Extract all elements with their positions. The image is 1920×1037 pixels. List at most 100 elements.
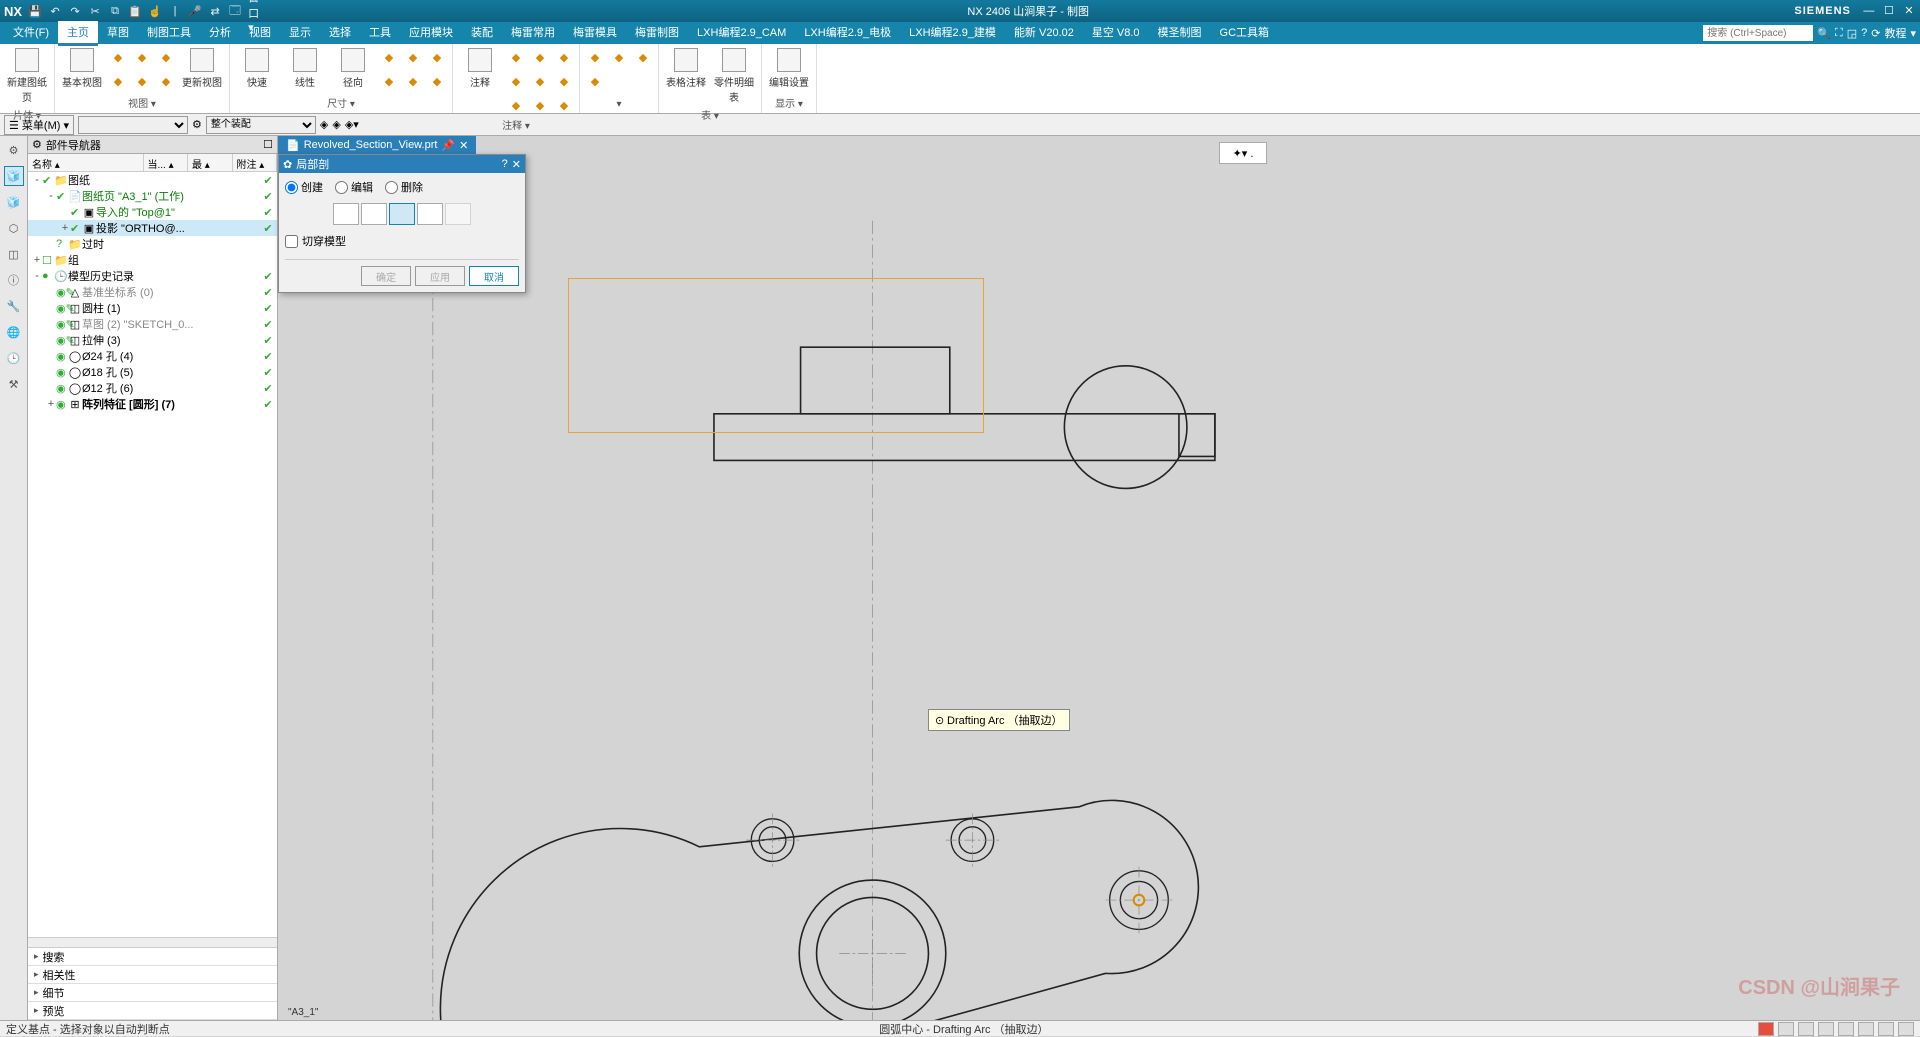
- help-icon[interactable]: ?: [502, 158, 508, 170]
- ribbon-small-button[interactable]: ◆: [529, 46, 551, 68]
- step-button-5[interactable]: [445, 203, 471, 225]
- save-icon[interactable]: 💾: [28, 4, 42, 18]
- column-header[interactable]: 名称 ▴: [28, 154, 144, 171]
- ribbon-small-button[interactable]: ◆: [553, 70, 575, 92]
- step-button-2[interactable]: [361, 203, 387, 225]
- menu-tab[interactable]: 装配: [462, 21, 502, 46]
- view-orientation-control[interactable]: ✦▾ .: [1219, 142, 1267, 164]
- tree-row[interactable]: ◉✎◫圆柱 (1)✔: [28, 300, 277, 316]
- menu-tab[interactable]: LXH编程2.9_建模: [900, 21, 1005, 46]
- menu-tab[interactable]: LXH编程2.9_CAM: [688, 21, 795, 46]
- ribbon-button[interactable]: 表格注释: [663, 46, 709, 91]
- ribbon-small-button[interactable]: ◆: [584, 46, 606, 68]
- menu-tab[interactable]: 草图: [98, 21, 138, 46]
- menu-tab[interactable]: 应用模块: [400, 21, 462, 46]
- dropdown-icon[interactable]: ▾: [1910, 27, 1916, 40]
- paste-icon[interactable]: 📋: [128, 4, 142, 18]
- tree-row[interactable]: +✔▣投影 "ORTHO@...✔: [28, 220, 277, 236]
- history-icon[interactable]: 🕒: [4, 348, 24, 368]
- ribbon-small-button[interactable]: ◆: [131, 46, 153, 68]
- search-icon[interactable]: 🔍: [1817, 27, 1831, 40]
- menu-tab[interactable]: 主页: [58, 21, 98, 46]
- column-header[interactable]: 附注 ▴: [233, 154, 278, 171]
- ribbon-button[interactable]: 零件明细表: [711, 46, 757, 106]
- ribbon-button[interactable]: 基本视图: [59, 46, 105, 91]
- tree-row[interactable]: ◉◯Ø24 孔 (4)✔: [28, 348, 277, 364]
- ribbon-button[interactable]: 线性: [282, 46, 328, 91]
- ribbon-small-button[interactable]: ◆: [155, 70, 177, 92]
- assembly-navigator-icon[interactable]: 🧊: [4, 192, 24, 212]
- scrollbar-horizontal[interactable]: [28, 937, 277, 947]
- ribbon-small-button[interactable]: ◆: [107, 70, 129, 92]
- tab-close-icon[interactable]: ✕: [459, 139, 468, 152]
- ribbon-small-button[interactable]: ◆: [505, 94, 527, 116]
- navigator-section[interactable]: 细节: [28, 984, 277, 1002]
- tool-dropdown-icon[interactable]: ◈▾: [345, 118, 359, 131]
- tool-icon[interactable]: ◈: [320, 118, 328, 131]
- status-icon[interactable]: [1778, 1022, 1794, 1036]
- ribbon-small-button[interactable]: ◆: [107, 46, 129, 68]
- status-icon[interactable]: [1818, 1022, 1834, 1036]
- ribbon-button[interactable]: 新建图纸页: [4, 46, 50, 106]
- info-icon[interactable]: ⓘ: [4, 270, 24, 290]
- close-icon[interactable]: ✕: [1902, 4, 1916, 18]
- settings-icon[interactable]: ⚙: [4, 140, 24, 160]
- step-button-3[interactable]: [389, 203, 415, 225]
- status-icon[interactable]: [1838, 1022, 1854, 1036]
- cut-icon[interactable]: ✂: [88, 4, 102, 18]
- tree-row[interactable]: ◉✎◫拉伸 (3)✔: [28, 332, 277, 348]
- ribbon-small-button[interactable]: ◆: [584, 70, 606, 92]
- status-icon[interactable]: [1858, 1022, 1874, 1036]
- navigator-section[interactable]: 搜索: [28, 948, 277, 966]
- ribbon-button[interactable]: 编辑设置: [766, 46, 812, 91]
- step-button-1[interactable]: [333, 203, 359, 225]
- file-tab[interactable]: 📄 Revolved_Section_View.prt 📌 ✕: [278, 136, 476, 154]
- ribbon-small-button[interactable]: ◆: [553, 94, 575, 116]
- tree-row[interactable]: -✔📄图纸页 "A3_1" (工作)✔: [28, 188, 277, 204]
- tree-row[interactable]: ◉✎△基准坐标系 (0)✔: [28, 284, 277, 300]
- tree-row[interactable]: ◉✎◫草图 (2) "SKETCH_0...✔: [28, 316, 277, 332]
- ribbon-small-button[interactable]: ◆: [529, 94, 551, 116]
- step-button-4[interactable]: [417, 203, 443, 225]
- tool-icon[interactable]: ◈: [332, 118, 340, 131]
- menu-tab[interactable]: 模圣制图: [1149, 21, 1211, 46]
- menu-tab[interactable]: 文件(F): [4, 21, 58, 46]
- ribbon-small-button[interactable]: ◆: [632, 46, 654, 68]
- ribbon-small-button[interactable]: ◆: [378, 46, 400, 68]
- status-icon[interactable]: [1758, 1022, 1774, 1036]
- status-icon[interactable]: [1878, 1022, 1894, 1036]
- status-icon[interactable]: [1798, 1022, 1814, 1036]
- ribbon-small-button[interactable]: ◆: [426, 46, 448, 68]
- tab-pin-icon[interactable]: 📌: [441, 139, 455, 152]
- touch-icon[interactable]: ☝: [148, 4, 162, 18]
- cut-through-checkbox[interactable]: 切穿模型: [285, 233, 519, 249]
- menu-button[interactable]: ☰ 菜单(M) ▾: [4, 115, 74, 135]
- view-selection-box[interactable]: [568, 278, 984, 433]
- restore-icon[interactable]: ◲: [1847, 27, 1857, 40]
- ribbon-button[interactable]: 更新视图: [179, 46, 225, 91]
- copy-icon[interactable]: ⧉: [108, 4, 122, 18]
- refresh-icon[interactable]: ⟳: [1871, 27, 1880, 40]
- ribbon-small-button[interactable]: ◆: [529, 70, 551, 92]
- tool-icon[interactable]: 🔧: [4, 296, 24, 316]
- ribbon-small-button[interactable]: ◆: [402, 70, 424, 92]
- menu-tab[interactable]: GC工具箱: [1211, 21, 1279, 46]
- window-dropdown[interactable]: 窗口▾: [248, 4, 262, 18]
- status-icon[interactable]: [1898, 1022, 1914, 1036]
- tree-row[interactable]: -●🕒模型历史记录✔: [28, 268, 277, 284]
- dialog-close-icon[interactable]: ✕: [512, 158, 521, 171]
- ribbon-button[interactable]: 注释: [457, 46, 503, 91]
- ribbon-small-button[interactable]: ◆: [402, 46, 424, 68]
- ribbon-small-button[interactable]: ◆: [553, 46, 575, 68]
- tutorial-link[interactable]: 教程: [1884, 25, 1906, 41]
- menu-tab[interactable]: 显示: [280, 21, 320, 46]
- radio-option[interactable]: 编辑: [335, 179, 373, 195]
- dialog-titlebar[interactable]: ✿ 局部剖 ? ✕: [279, 155, 525, 173]
- menu-tab[interactable]: 梅雷常用: [502, 21, 564, 46]
- ribbon-small-button[interactable]: ◆: [505, 70, 527, 92]
- checkbox-input[interactable]: [285, 235, 298, 248]
- tools-icon[interactable]: ⚒: [4, 374, 24, 394]
- tree-row[interactable]: +◉⊞阵列特征 [圆形] (7)✔: [28, 396, 277, 412]
- part-navigator-icon[interactable]: 🧊: [4, 166, 24, 186]
- ribbon-button[interactable]: 径向: [330, 46, 376, 91]
